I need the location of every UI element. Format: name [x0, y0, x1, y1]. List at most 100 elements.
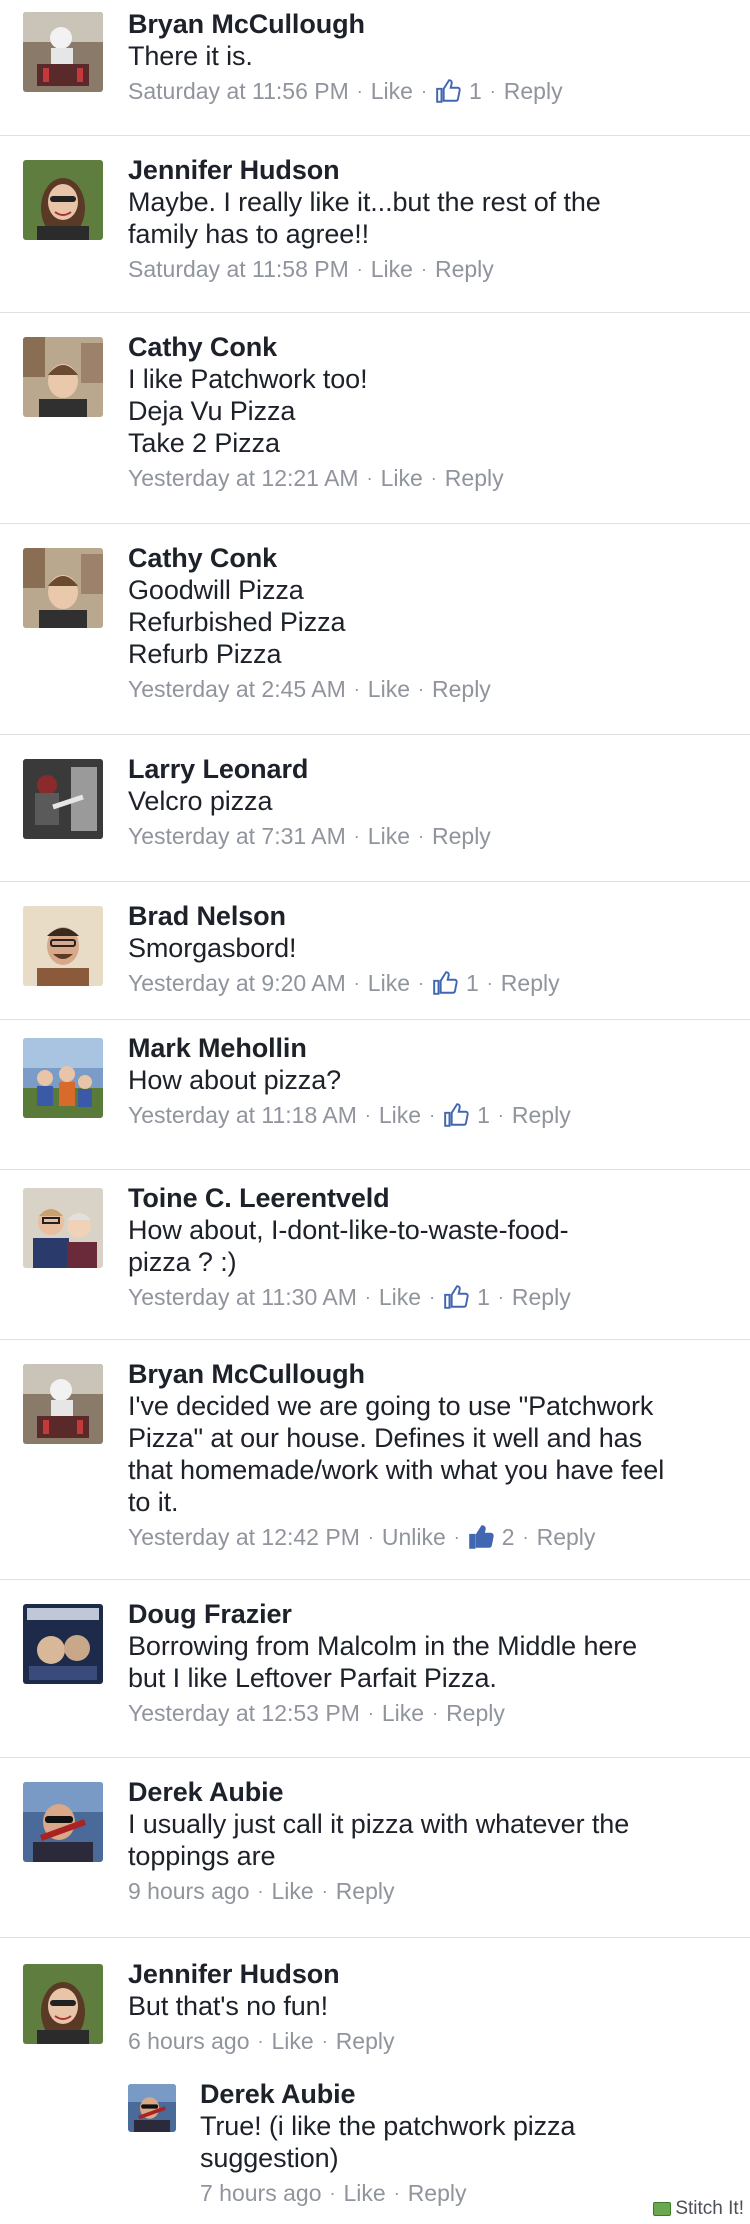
reply-button[interactable]: Reply — [435, 254, 494, 284]
like-button[interactable]: Like — [368, 968, 410, 998]
avatar[interactable] — [23, 548, 103, 628]
comment: Brad Nelson Smorgasbord! Yesterday at 9:… — [0, 882, 750, 1020]
timestamp[interactable]: 7 hours ago — [200, 2178, 321, 2208]
avatar[interactable] — [23, 1038, 103, 1118]
like-count[interactable]: 1 — [466, 968, 479, 998]
separator: · — [522, 1527, 529, 1547]
timestamp[interactable]: Yesterday at 9:20 AM — [128, 968, 346, 998]
thumbs-up-icon[interactable] — [468, 1524, 494, 1550]
thumbs-up-icon[interactable] — [443, 1284, 469, 1310]
comment-meta: 9 hours ago · Like · Reply — [128, 1876, 738, 1906]
comment-meta: Yesterday at 12:21 AM · Like · Reply — [128, 463, 738, 493]
author-name[interactable]: Bryan McCullough — [128, 1358, 738, 1390]
like-button[interactable]: Like — [368, 674, 410, 704]
separator: · — [420, 259, 427, 279]
avatar[interactable] — [23, 337, 103, 417]
timestamp[interactable]: Yesterday at 12:21 AM — [128, 463, 359, 493]
comment-text: Maybe. I really like it...but the rest o… — [128, 187, 601, 249]
like-button[interactable]: Like — [271, 2026, 313, 2056]
reply-button[interactable]: Reply — [336, 2026, 395, 2056]
separator: · — [432, 1703, 439, 1723]
author-name[interactable]: Cathy Conk — [128, 542, 738, 574]
comment: Jennifer Hudson Maybe. I really like it.… — [0, 136, 750, 313]
comment-text: Borrowing from Malcolm in the Middle her… — [128, 1631, 638, 1693]
author-name[interactable]: Toine C. Leerentveld — [128, 1182, 738, 1214]
comment-meta: 6 hours ago · Like · Reply — [128, 2026, 738, 2056]
avatar[interactable] — [23, 759, 103, 839]
timestamp[interactable]: Saturday at 11:56 PM — [128, 76, 349, 106]
like-count[interactable]: 1 — [477, 1282, 490, 1312]
comment-meta: Saturday at 11:58 PM · Like · Reply — [128, 254, 738, 284]
timestamp[interactable]: Yesterday at 12:53 PM — [128, 1698, 360, 1728]
avatar[interactable] — [23, 12, 103, 92]
avatar[interactable] — [23, 906, 103, 986]
like-button[interactable]: Like — [382, 1698, 424, 1728]
comment: Toine C. Leerentveld How about, I-dont-l… — [0, 1170, 750, 1340]
comment: Jennifer Hudson But that's no fun! 6 hou… — [0, 1938, 750, 2224]
reply-button[interactable]: Reply — [512, 1282, 571, 1312]
timestamp[interactable]: 6 hours ago — [128, 2026, 249, 2056]
thumbs-up-icon[interactable] — [443, 1102, 469, 1128]
timestamp[interactable]: Yesterday at 7:31 AM — [128, 821, 346, 851]
reply-button[interactable]: Reply — [408, 2178, 467, 2208]
comment-text: Smorgasbord! — [128, 933, 297, 963]
like-count[interactable]: 1 — [477, 1100, 490, 1130]
like-button[interactable]: Like — [371, 76, 413, 106]
separator: · — [356, 81, 363, 101]
author-name[interactable]: Cathy Conk — [128, 331, 738, 363]
like-count[interactable]: 1 — [469, 76, 482, 106]
avatar[interactable] — [23, 1782, 103, 1862]
timestamp[interactable]: Saturday at 11:58 PM — [128, 254, 349, 284]
thumbs-up-icon[interactable] — [435, 78, 461, 104]
timestamp[interactable]: 9 hours ago — [128, 1876, 249, 1906]
separator: · — [453, 1527, 460, 1547]
author-name[interactable]: Doug Frazier — [128, 1598, 738, 1630]
reply-avatar[interactable] — [128, 2084, 176, 2132]
author-name[interactable]: Jennifer Hudson — [128, 154, 738, 186]
reply-button[interactable]: Reply — [336, 1876, 395, 1906]
timestamp[interactable]: Yesterday at 11:30 AM — [128, 1282, 357, 1312]
reply-button[interactable]: Reply — [537, 1522, 596, 1552]
reply-button[interactable]: Reply — [445, 463, 504, 493]
reply-button[interactable]: Reply — [504, 76, 563, 106]
avatar[interactable] — [23, 160, 103, 240]
timestamp[interactable]: Yesterday at 12:42 PM — [128, 1522, 360, 1552]
reply-button[interactable]: Reply — [446, 1698, 505, 1728]
like-count[interactable]: 2 — [502, 1522, 515, 1552]
comment: Doug Frazier Borrowing from Malcolm in t… — [0, 1580, 750, 1758]
separator: · — [430, 468, 437, 488]
comment-meta: Yesterday at 2:45 AM · Like · Reply — [128, 674, 738, 704]
reply-button[interactable]: Reply — [432, 821, 491, 851]
author-name[interactable]: Derek Aubie — [128, 1776, 738, 1808]
separator: · — [329, 2183, 336, 2203]
reply-author-name[interactable]: Derek Aubie — [200, 2078, 738, 2110]
avatar[interactable] — [23, 1604, 103, 1684]
reply-button[interactable]: Reply — [432, 674, 491, 704]
author-name[interactable]: Bryan McCullough — [128, 8, 738, 40]
reply-button[interactable]: Reply — [501, 968, 560, 998]
author-name[interactable]: Larry Leonard — [128, 753, 738, 785]
comment-text: I've decided we are going to use "Patchw… — [128, 1391, 665, 1517]
like-button[interactable]: Like — [343, 2178, 385, 2208]
author-name[interactable]: Mark Mehollin — [128, 1032, 738, 1064]
unlike-button[interactable]: Unlike — [382, 1522, 446, 1552]
separator: · — [420, 81, 427, 101]
author-name[interactable]: Jennifer Hudson — [128, 1958, 738, 1990]
avatar[interactable] — [23, 1188, 103, 1268]
watermark: Stitch It! — [653, 2198, 744, 2220]
comment-text: I usually just call it pizza with whatev… — [128, 1809, 630, 1871]
thumbs-up-icon[interactable] — [432, 970, 458, 996]
author-name[interactable]: Brad Nelson — [128, 900, 738, 932]
like-button[interactable]: Like — [368, 821, 410, 851]
like-button[interactable]: Like — [381, 463, 423, 493]
like-button[interactable]: Like — [379, 1282, 421, 1312]
like-button[interactable]: Like — [379, 1100, 421, 1130]
timestamp[interactable]: Yesterday at 2:45 AM — [128, 674, 346, 704]
avatar[interactable] — [23, 1964, 103, 2044]
reply-button[interactable]: Reply — [512, 1100, 571, 1130]
timestamp[interactable]: Yesterday at 11:18 AM — [128, 1100, 357, 1130]
like-button[interactable]: Like — [271, 1876, 313, 1906]
like-button[interactable]: Like — [371, 254, 413, 284]
avatar[interactable] — [23, 1364, 103, 1444]
comment: Bryan McCullough There it is. Saturday a… — [0, 0, 750, 136]
